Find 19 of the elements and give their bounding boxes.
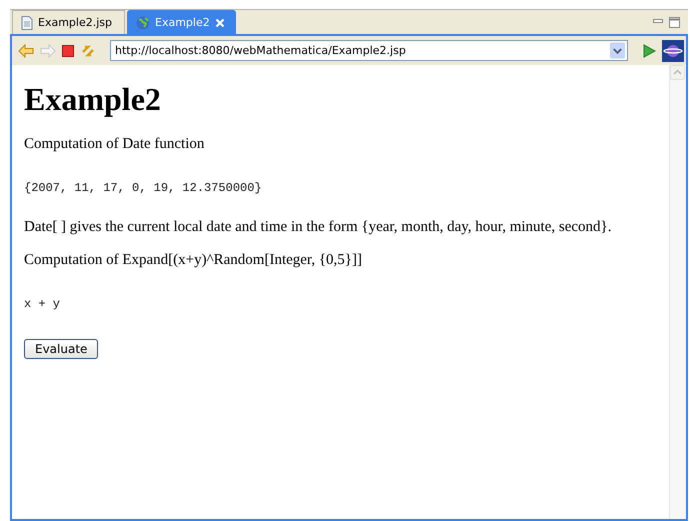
maximize-icon[interactable] <box>669 16 680 28</box>
evaluate-button[interactable]: Evaluate <box>24 339 98 359</box>
minimize-icon[interactable] <box>653 19 663 25</box>
close-icon[interactable] <box>214 18 225 28</box>
editor-tab[interactable]: Example2.jsp <box>12 10 125 34</box>
stop-icon[interactable] <box>62 44 74 56</box>
back-arrow-icon[interactable] <box>18 44 34 58</box>
paragraph: Date[ ] gives the current local date and time in the form {year, month, day, hour, minute, second}. <box>24 219 612 236</box>
editor-tab[interactable]: Example2 <box>127 10 236 34</box>
output-text: x + y <box>24 297 62 311</box>
paragraph: Computation of Date function <box>24 136 206 153</box>
page-heading: Example2 <box>24 81 162 118</box>
globe-icon <box>136 16 150 30</box>
output-text: {2007, 11, 17, 0, 19, 12.3750000} <box>24 181 263 195</box>
vertical-scrollbar[interactable] <box>669 65 686 519</box>
go-play-icon[interactable] <box>642 44 656 58</box>
document-icon <box>21 16 33 30</box>
paragraph: Computation of Expand[(x+y)^Random[Integer, {0,5}]] <box>24 252 363 269</box>
orbit-logo-icon[interactable] <box>662 40 684 62</box>
